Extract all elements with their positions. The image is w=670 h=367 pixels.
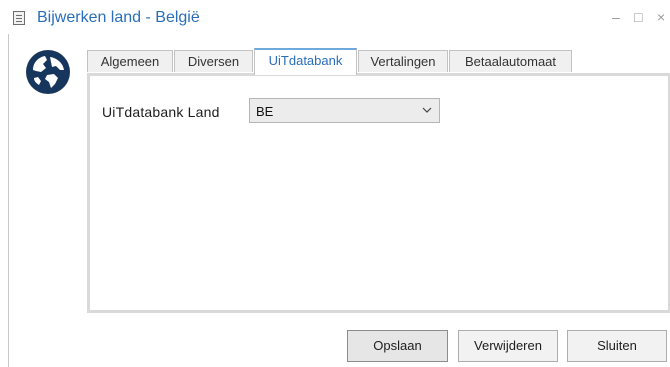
close-window-button[interactable]: ×	[657, 9, 665, 25]
minimize-button[interactable]: –	[612, 9, 620, 25]
window-title: Bijwerken land - België	[37, 9, 200, 26]
window-left-border	[8, 34, 9, 367]
close-button[interactable]: Sluiten	[567, 330, 667, 362]
document-icon	[13, 11, 25, 25]
tab-uitdatabank[interactable]: UiTdatabank	[254, 48, 357, 75]
uitdatabank-land-value: BE	[256, 104, 274, 119]
tab-vertalingen[interactable]: Vertalingen	[358, 50, 448, 72]
tab-diversen[interactable]: Diversen	[174, 50, 253, 72]
tab-panel-uitdatabank: UiTdatabank Land BE	[87, 73, 670, 313]
chevron-down-icon[interactable]	[422, 106, 432, 114]
save-button[interactable]: Opslaan	[347, 330, 448, 362]
globe-icon	[26, 50, 70, 94]
uitdatabank-land-label: UiTdatabank Land	[102, 104, 220, 120]
dialog-window: Bijwerken land - België – □ × Algemeen D…	[0, 0, 670, 367]
tab-betaalautomaat[interactable]: Betaalautomaat	[449, 50, 572, 72]
maximize-button[interactable]: □	[634, 9, 642, 25]
delete-button[interactable]: Verwijderen	[458, 330, 558, 362]
uitdatabank-land-select[interactable]: BE	[249, 98, 440, 123]
tab-algemeen[interactable]: Algemeen	[87, 50, 173, 72]
tab-bar: Algemeen Diversen UiTdatabank Vertalinge…	[87, 48, 670, 75]
title-bar: Bijwerken land - België – □ ×	[0, 0, 670, 34]
